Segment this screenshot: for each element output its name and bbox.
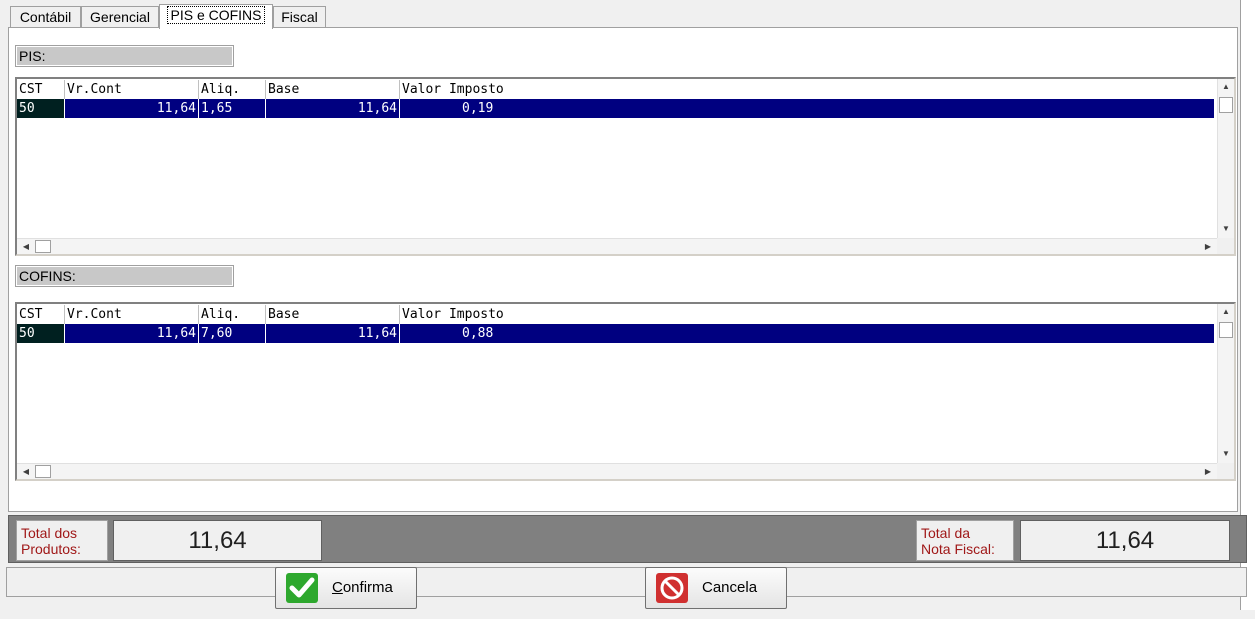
scroll-right-icon[interactable]: ▶ <box>1201 467 1215 477</box>
cofins-col-valor-imposto[interactable]: Valor Imposto <box>400 305 600 324</box>
pis-hscroll-thumb[interactable] <box>35 240 51 253</box>
pis-col-aliq[interactable]: Aliq. <box>199 80 266 99</box>
cofins-horizontal-scrollbar[interactable]: ◀ ▶ <box>17 463 1217 479</box>
total-nota-fiscal-label: Total da Nota Fiscal: <box>916 520 1014 561</box>
scroll-down-icon[interactable]: ▼ <box>1219 449 1233 459</box>
scroll-up-icon[interactable]: ▲ <box>1219 82 1233 92</box>
tab-fiscal-label: Fiscal <box>281 9 318 25</box>
totals-bar: Total dos Produtos: 11,64 Total da Nota … <box>8 515 1247 563</box>
tab-pis-cofins[interactable]: PIS e COFINS <box>159 4 273 29</box>
tab-gerencial-label: Gerencial <box>90 9 150 25</box>
cofins-cell-valor-imposto[interactable]: 0,88 <box>400 324 700 343</box>
pis-cell-valor-imposto[interactable]: 0,19 <box>400 99 700 118</box>
cofins-col-base[interactable]: Base <box>266 305 400 324</box>
pis-col-valor-imposto[interactable]: Valor Imposto <box>400 80 600 99</box>
pis-col-base[interactable]: Base <box>266 80 400 99</box>
cofins-table-row[interactable]: 50 11,64 7,60 11,64 0,88 <box>17 324 1214 343</box>
cofins-cell-base[interactable]: 11,64 <box>266 324 400 343</box>
cofins-cell-vr-cont[interactable]: 11,64 <box>65 324 199 343</box>
cofins-grid-header: CST Vr.Cont Aliq. Base Valor Imposto <box>17 305 1217 324</box>
total-produtos-label-line2: Produtos: <box>21 541 81 557</box>
checkmark-icon <box>286 573 318 603</box>
pis-col-cst[interactable]: CST <box>17 80 65 99</box>
total-nota-fiscal-value: 11,64 <box>1020 520 1230 561</box>
cofins-vscroll-thumb[interactable] <box>1219 322 1233 338</box>
pis-vscroll-thumb[interactable] <box>1219 97 1233 113</box>
pis-col-vr-cont[interactable]: Vr.Cont <box>65 80 199 99</box>
total-produtos-label: Total dos Produtos: <box>16 520 108 561</box>
pis-section-label: PIS: <box>15 45 234 67</box>
button-bar <box>6 567 1247 597</box>
pis-vertical-scrollbar[interactable]: ▲ ▼ <box>1217 79 1234 239</box>
total-nota-label-line2: Nota Fiscal: <box>921 541 995 557</box>
pis-cell-base[interactable]: 11,64 <box>266 99 400 118</box>
pis-cell-aliq[interactable]: 1,65 <box>199 99 266 118</box>
tab-gerencial[interactable]: Gerencial <box>81 6 159 28</box>
pis-cofins-panel: PIS: CST Vr.Cont Aliq. Base Valor Impost… <box>8 27 1238 512</box>
cofins-col-cst[interactable]: CST <box>17 305 65 324</box>
tab-contabil-label: Contábil <box>19 9 72 25</box>
cancela-label: Cancela <box>702 579 758 596</box>
total-produtos-label-line1: Total dos <box>21 525 78 541</box>
scroll-right-icon[interactable]: ▶ <box>1201 242 1215 252</box>
cofins-grid[interactable]: CST Vr.Cont Aliq. Base Valor Imposto 50 … <box>15 302 1236 481</box>
confirma-button[interactable]: Confirma <box>275 567 417 609</box>
pis-cell-cst[interactable]: 50 <box>17 99 65 118</box>
cofins-cell-cst[interactable]: 50 <box>17 324 65 343</box>
tab-contabil[interactable]: Contábil <box>10 6 81 28</box>
cofins-col-aliq[interactable]: Aliq. <box>199 305 266 324</box>
pis-grid-header: CST Vr.Cont Aliq. Base Valor Imposto <box>17 80 1217 99</box>
cofins-scroll-corner <box>1217 463 1234 479</box>
no-entry-icon <box>656 573 688 603</box>
cofins-cell-aliq[interactable]: 7,60 <box>199 324 266 343</box>
cancela-button[interactable]: Cancela <box>645 567 787 609</box>
pis-grid[interactable]: CST Vr.Cont Aliq. Base Valor Imposto 50 … <box>15 77 1236 256</box>
confirma-label-rest: onfirma <box>342 579 393 596</box>
total-nota-label-line1: Total da <box>921 525 971 541</box>
tab-fiscal[interactable]: Fiscal <box>273 6 326 28</box>
scroll-down-icon[interactable]: ▼ <box>1219 224 1233 234</box>
cofins-vertical-scrollbar[interactable]: ▲ ▼ <box>1217 304 1234 464</box>
pis-cell-vr-cont[interactable]: 11,64 <box>65 99 199 118</box>
cofins-hscroll-thumb[interactable] <box>35 465 51 478</box>
pis-scroll-corner <box>1217 238 1234 254</box>
cofins-section-label: COFINS: <box>15 265 234 287</box>
scroll-left-icon[interactable]: ◀ <box>19 467 33 477</box>
confirma-label: Confirma <box>332 568 393 608</box>
confirma-mnemonic: C <box>332 579 343 596</box>
cofins-col-vr-cont[interactable]: Vr.Cont <box>65 305 199 324</box>
total-produtos-value: 11,64 <box>113 520 322 561</box>
pis-horizontal-scrollbar[interactable]: ◀ ▶ <box>17 238 1217 254</box>
scroll-left-icon[interactable]: ◀ <box>19 242 33 252</box>
tab-pis-cofins-label: PIS e COFINS <box>167 6 265 24</box>
scroll-up-icon[interactable]: ▲ <box>1219 307 1233 317</box>
pis-table-row[interactable]: 50 11,64 1,65 11,64 0,19 <box>17 99 1214 118</box>
